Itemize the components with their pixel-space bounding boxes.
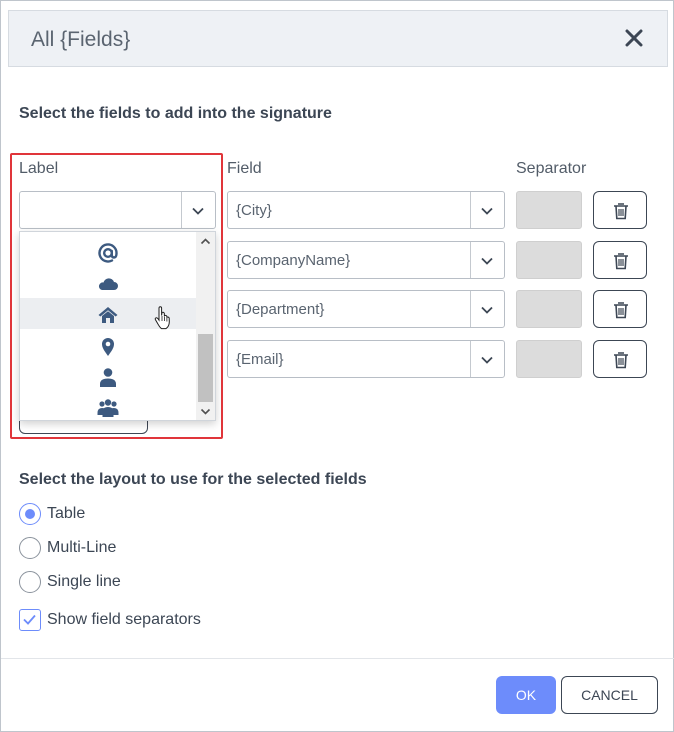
radio-button[interactable] bbox=[19, 537, 41, 559]
chevron-down-icon bbox=[481, 207, 493, 215]
layout-option-single-line[interactable]: Single line bbox=[19, 571, 139, 595]
checkmark-icon bbox=[23, 614, 36, 625]
group-icon bbox=[97, 399, 119, 417]
cancel-button[interactable]: CANCEL bbox=[561, 676, 658, 714]
checkbox-label: Show field separators bbox=[47, 611, 201, 628]
fields-section-heading: Select the fields to add into the signat… bbox=[19, 105, 332, 122]
field-select-companyname[interactable]: {CompanyName} bbox=[227, 241, 505, 279]
chevron-down-icon[interactable] bbox=[200, 406, 211, 417]
ok-button[interactable]: OK bbox=[496, 676, 556, 714]
radio-button[interactable] bbox=[19, 571, 41, 593]
label-column-header: Label bbox=[19, 160, 59, 177]
chevron-down-icon bbox=[481, 356, 493, 364]
delete-row-button[interactable] bbox=[593, 290, 647, 328]
dropdown-option-home[interactable] bbox=[20, 298, 196, 329]
delete-row-button[interactable] bbox=[593, 340, 647, 378]
dropdown-scrollbar[interactable] bbox=[196, 232, 215, 420]
field-select-value: {Department} bbox=[236, 301, 325, 318]
trash-icon bbox=[614, 253, 628, 270]
separator-input[interactable] bbox=[516, 290, 582, 328]
field-select-value: {City} bbox=[236, 202, 272, 219]
field-select-city[interactable]: {City} bbox=[227, 191, 505, 229]
field-select-email[interactable]: {Email} bbox=[227, 340, 505, 378]
field-select-value: {CompanyName} bbox=[236, 252, 351, 269]
scrollbar-thumb[interactable] bbox=[198, 334, 213, 402]
cloud-icon bbox=[98, 278, 118, 290]
field-select-value: {Email} bbox=[236, 351, 284, 368]
chevron-down-icon bbox=[481, 306, 493, 314]
dropdown-option-group[interactable] bbox=[20, 391, 196, 422]
radio-label: Multi-Line bbox=[47, 539, 117, 556]
footer-divider bbox=[1, 658, 674, 659]
field-select-department[interactable]: {Department} bbox=[227, 290, 505, 328]
dialog: All {Fields} Select the fields to add in… bbox=[0, 0, 674, 732]
chevron-down-icon bbox=[481, 257, 493, 265]
dropdown-option-location[interactable] bbox=[20, 329, 196, 360]
dropdown-option-at[interactable] bbox=[20, 236, 196, 267]
dropdown-option-cloud[interactable] bbox=[20, 267, 196, 298]
at-sign-icon bbox=[98, 243, 118, 263]
person-icon bbox=[100, 368, 116, 387]
delete-row-button[interactable] bbox=[593, 191, 647, 229]
dropdown-option-person[interactable] bbox=[20, 360, 196, 391]
separator-column-header: Separator bbox=[516, 160, 587, 177]
layout-option-multi-line[interactable]: Multi-Line bbox=[19, 537, 139, 561]
label-select[interactable] bbox=[19, 191, 216, 229]
location-pin-icon bbox=[102, 338, 114, 356]
trash-icon bbox=[614, 302, 628, 319]
radio-button[interactable] bbox=[19, 503, 41, 525]
label-icon-dropdown bbox=[19, 231, 216, 421]
layout-option-table[interactable]: Table bbox=[19, 503, 139, 527]
chevron-up-icon[interactable] bbox=[200, 236, 211, 247]
dialog-title: All {Fields} bbox=[31, 28, 131, 51]
show-separators-option[interactable]: Show field separators bbox=[19, 609, 219, 633]
dialog-header: All {Fields} bbox=[8, 10, 668, 67]
radio-label: Single line bbox=[47, 573, 121, 590]
home-icon bbox=[98, 307, 118, 323]
chevron-down-icon bbox=[192, 207, 204, 215]
separator-input[interactable] bbox=[516, 340, 582, 378]
show-separators-checkbox[interactable] bbox=[19, 609, 41, 631]
field-column-header: Field bbox=[227, 160, 262, 177]
trash-icon bbox=[614, 352, 628, 369]
radio-label: Table bbox=[47, 505, 86, 522]
trash-icon bbox=[614, 203, 628, 220]
close-icon bbox=[625, 29, 643, 47]
separator-input[interactable] bbox=[516, 191, 582, 229]
delete-row-button[interactable] bbox=[593, 241, 647, 279]
close-button[interactable] bbox=[621, 25, 647, 51]
separator-input[interactable] bbox=[516, 241, 582, 279]
layout-section-heading: Select the layout to use for the selecte… bbox=[19, 471, 367, 488]
